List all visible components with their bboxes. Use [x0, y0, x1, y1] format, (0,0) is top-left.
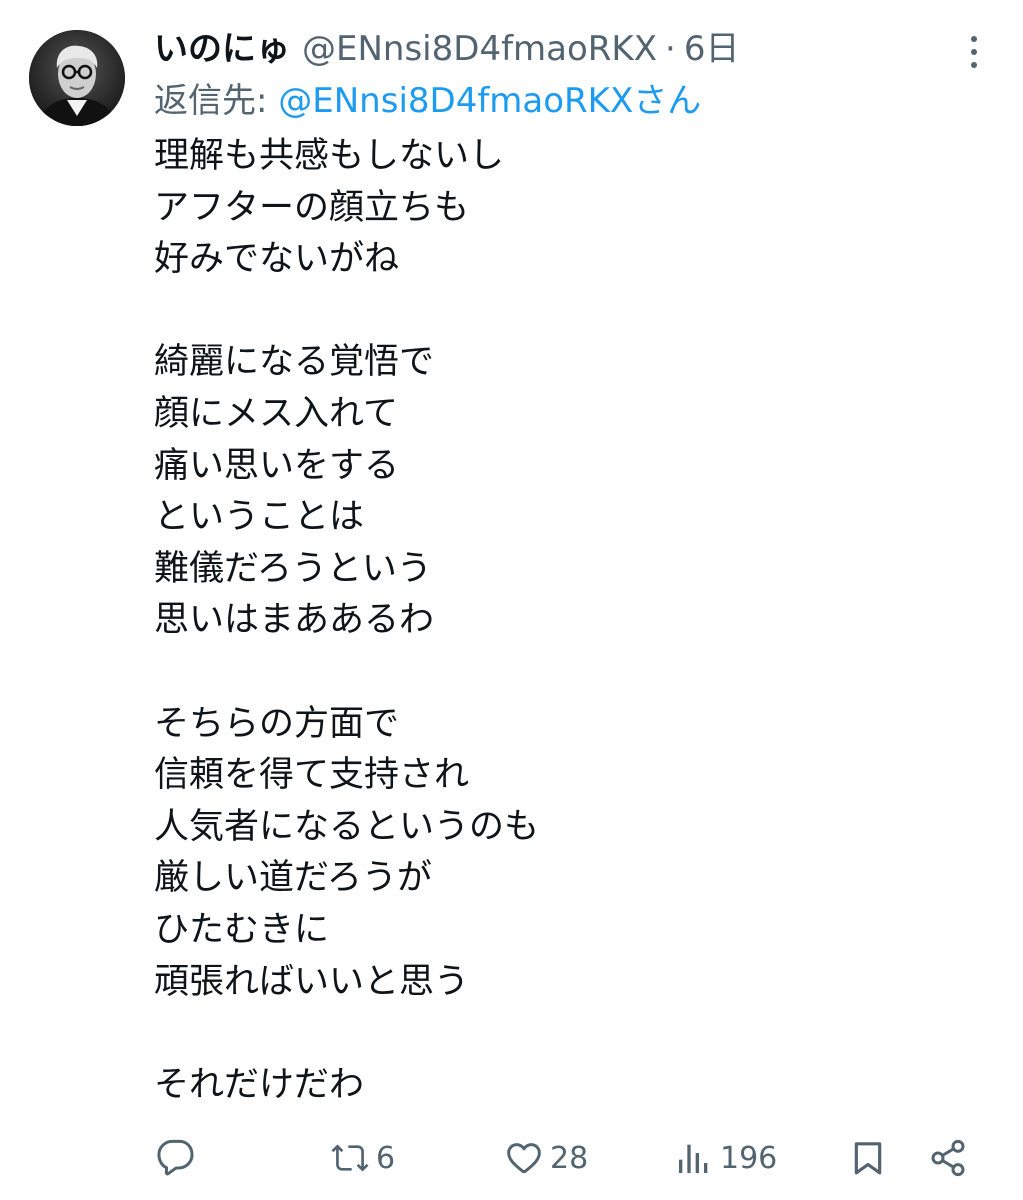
- text-line: そちらの方面で: [154, 703, 400, 744]
- text-line: 厳しい道だろうが: [154, 858, 432, 899]
- text-line: ということは: [154, 497, 365, 538]
- views-count: 196: [720, 1140, 778, 1176]
- tweet-text: 理解も共感もしないし アフターの顔立ちも 好みでないがね 綺麗になる覚悟で 顔に…: [154, 131, 974, 1111]
- separator-dot: ·: [665, 29, 676, 69]
- views-icon: [679, 1144, 708, 1173]
- like-button[interactable]: 28: [504, 1130, 588, 1186]
- bookmark-button[interactable]: [848, 1130, 888, 1186]
- like-count: 28: [550, 1140, 589, 1176]
- reply-button[interactable]: [156, 1130, 202, 1186]
- share-button[interactable]: [928, 1130, 968, 1186]
- text-line: 理解も共感もしないし: [154, 136, 505, 176]
- text-line: 難儀だろうという: [154, 548, 432, 589]
- text-line: 信頼を得て支持され: [154, 755, 470, 796]
- user-handle[interactable]: @ENnsi8D4fmaoRKX: [302, 26, 657, 72]
- text-line: 頑張ればいいと思う: [154, 961, 470, 1002]
- text-line: 綺麗になる覚悟で: [154, 342, 435, 383]
- action-bar: 6 28 196: [0, 1130, 1023, 1186]
- avatar[interactable]: [29, 30, 125, 126]
- avatar-image: [29, 30, 125, 126]
- reply-prefix: 返信先:: [154, 81, 279, 121]
- text-line: 人気者になるというのも: [154, 806, 540, 847]
- retweet-button[interactable]: 6: [330, 1130, 395, 1186]
- share-icon: [931, 1139, 965, 1177]
- text-line: アフターの顔立ちも: [154, 187, 470, 228]
- more-vertical-icon[interactable]: [962, 34, 986, 70]
- bookmark-icon: [854, 1142, 882, 1175]
- timestamp[interactable]: 6日: [684, 26, 740, 72]
- text-line: それだけだわ: [154, 1064, 365, 1105]
- reply-mention-link[interactable]: @ENnsi8D4fmaoRKXさん: [278, 81, 701, 121]
- heart-icon: [507, 1143, 541, 1174]
- text-line: 顔にメス入れて: [154, 393, 398, 434]
- tweet-header: いのにゅ @ENnsi8D4fmaoRKX · 6日: [154, 26, 739, 72]
- text-line: ひたむきに: [154, 909, 330, 950]
- text-line: 痛い思いをする: [154, 445, 400, 486]
- views-button[interactable]: 196: [674, 1130, 777, 1186]
- retweet-count: 6: [376, 1140, 396, 1176]
- tweet[interactable]: いのにゅ @ENnsi8D4fmaoRKX · 6日 返信先: @ENnsi8D…: [0, 0, 1023, 1200]
- text-line: 思いはまああるわ: [154, 600, 435, 641]
- display-name[interactable]: いのにゅ: [154, 26, 290, 72]
- retweet-icon: [331, 1144, 369, 1172]
- reply-icon: [157, 1139, 194, 1176]
- text-line: 好みでないがね: [154, 239, 400, 280]
- reply-context: 返信先: @ENnsi8D4fmaoRKXさん: [154, 78, 701, 124]
